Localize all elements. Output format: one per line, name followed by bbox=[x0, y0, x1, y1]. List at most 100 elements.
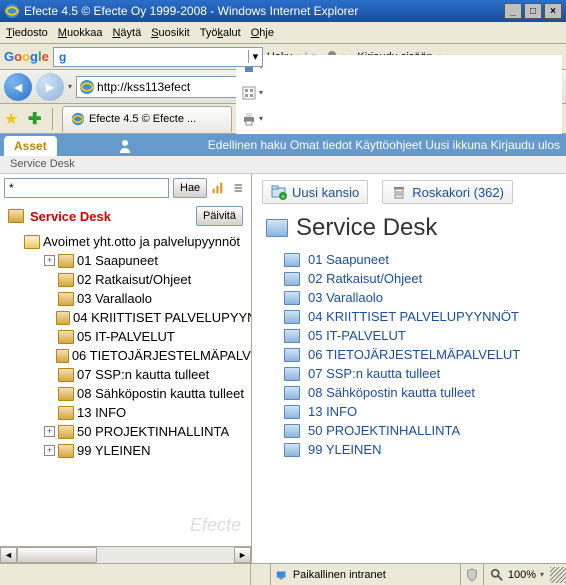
app-tab-asset[interactable]: Asset bbox=[4, 136, 57, 156]
tree-item[interactable]: 08 Sähköpostin kautta tulleet bbox=[4, 384, 251, 403]
list-item-link[interactable]: 01 Saapuneet bbox=[308, 252, 389, 267]
favorites-bar: ★ ✚ Efecte 4.5 © Efecte ... ▾ ▾ ▾ Sivu ▾… bbox=[0, 104, 566, 134]
tree-label: 50 PROJEKTINHALLINTA bbox=[77, 424, 229, 439]
zoom-label: 100% bbox=[508, 569, 536, 581]
list-item[interactable]: 07 SSP:n kautta tulleet bbox=[266, 364, 552, 383]
list-item[interactable]: 02 Ratkaisut/Ohjeet bbox=[266, 269, 552, 288]
list-item-link[interactable]: 08 Sähköpostin kautta tulleet bbox=[308, 385, 475, 400]
horizontal-scrollbar[interactable]: ◄ ► bbox=[0, 546, 251, 563]
menu-muokkaa[interactable]: Muokkaa bbox=[58, 27, 103, 39]
forward-button[interactable]: ► bbox=[36, 73, 64, 101]
google-search-box[interactable]: g ▾ bbox=[53, 47, 263, 67]
list-item[interactable]: 04 KRIITTISET PALVELUPYYNNÖT bbox=[266, 307, 552, 326]
refresh-tree-button[interactable]: Päivitä bbox=[196, 206, 243, 226]
list-item[interactable]: 03 Varallaolo bbox=[266, 288, 552, 307]
close-button[interactable]: × bbox=[544, 3, 562, 19]
folder-blue-icon bbox=[284, 443, 300, 457]
folder-blue-icon bbox=[284, 272, 300, 286]
tree-item[interactable]: 02 Ratkaisut/Ohjeet bbox=[4, 270, 251, 289]
tree-item[interactable]: 04 KRIITTISET PALVELUPYYNNÖT bbox=[4, 308, 251, 327]
zoom-menu[interactable]: ▾ bbox=[540, 570, 544, 579]
tree-label: 01 Saapuneet bbox=[77, 253, 158, 268]
trash-button[interactable]: Roskakori (362) bbox=[382, 180, 513, 204]
new-folder-button[interactable]: + Uusi kansio bbox=[262, 180, 368, 204]
list-item[interactable]: 13 INFO bbox=[266, 402, 552, 421]
menu-tiedosto[interactable]: Tiedosto bbox=[6, 27, 48, 39]
tree-item[interactable]: 03 Varallaolo bbox=[4, 289, 251, 308]
menu-nayta[interactable]: Näytä bbox=[112, 27, 141, 39]
list-item[interactable]: 01 Saapuneet bbox=[266, 250, 552, 269]
menu-ohje[interactable]: Ohje bbox=[251, 27, 274, 39]
scroll-left-button[interactable]: ◄ bbox=[0, 547, 17, 563]
left-search-input[interactable] bbox=[4, 178, 169, 198]
tree-item[interactable]: 13 INFO bbox=[4, 403, 251, 422]
resize-grip[interactable] bbox=[550, 567, 566, 583]
tree-item[interactable]: 06 TIETOJÄRJESTELMÄPALVELUT bbox=[4, 346, 251, 365]
list-item-link[interactable]: 04 KRIITTISET PALVELUPYYNNÖT bbox=[308, 309, 519, 324]
menu-suosikit[interactable]: Suosikit bbox=[151, 27, 190, 39]
feed-icon bbox=[241, 85, 257, 101]
list-item-link[interactable]: 99 YLEINEN bbox=[308, 442, 381, 457]
scroll-thumb[interactable] bbox=[17, 547, 97, 563]
app-tabs: Asset Edellinen haku Omat tiedot Käyttöo… bbox=[0, 134, 566, 156]
list-item[interactable]: 50 PROJEKTINHALLINTA bbox=[266, 421, 552, 440]
tree-item-root[interactable]: Avoimet yht.otto ja palvelupyynnöt bbox=[4, 232, 251, 251]
status-zone-label: Paikallinen intranet bbox=[293, 569, 386, 581]
menu-bar: Tiedosto Muokkaa Näytä Suosikit Työkalut… bbox=[0, 22, 566, 44]
right-panel-title: Service Desk bbox=[296, 214, 437, 242]
list-item-link[interactable]: 02 Ratkaisut/Ohjeet bbox=[308, 271, 422, 286]
tree-item[interactable]: +01 Saapuneet bbox=[4, 251, 251, 270]
expander-icon[interactable]: + bbox=[44, 255, 55, 266]
person-icon[interactable] bbox=[117, 138, 133, 154]
window-title: Efecte 4.5 © Efecte Oy 1999-2008 - Windo… bbox=[24, 4, 504, 18]
folder-icon bbox=[58, 425, 74, 439]
list-item[interactable]: 08 Sähköpostin kautta tulleet bbox=[266, 383, 552, 402]
favorites-icon[interactable]: ★ bbox=[4, 109, 24, 129]
chart-menu-icon[interactable] bbox=[233, 179, 247, 197]
tree-item[interactable]: +50 PROJEKTINHALLINTA bbox=[4, 422, 251, 441]
list-item-link[interactable]: 50 PROJEKTINHALLINTA bbox=[308, 423, 460, 438]
scroll-track[interactable] bbox=[17, 547, 234, 563]
home-button[interactable]: ▾ bbox=[236, 55, 562, 79]
chart-icon[interactable] bbox=[211, 179, 229, 197]
nav-history-menu[interactable]: ▾ bbox=[68, 82, 72, 91]
expander-icon[interactable]: + bbox=[44, 445, 55, 456]
zoom-control[interactable]: 100% ▾ bbox=[484, 568, 550, 582]
status-zone: Paikallinen intranet bbox=[271, 564, 461, 585]
app-tab-service-desk[interactable]: Service Desk bbox=[0, 156, 566, 174]
maximize-button[interactable]: □ bbox=[524, 3, 542, 19]
list-item[interactable]: 99 YLEINEN bbox=[266, 440, 552, 459]
feed-button[interactable]: ▾ bbox=[236, 81, 562, 105]
tree-label: 99 YLEINEN bbox=[77, 443, 150, 458]
minimize-button[interactable]: _ bbox=[504, 3, 522, 19]
folder-icon bbox=[58, 254, 74, 268]
scroll-right-button[interactable]: ► bbox=[234, 547, 251, 563]
list-item-link[interactable]: 07 SSP:n kautta tulleet bbox=[308, 366, 440, 381]
hae-button[interactable]: Hae bbox=[173, 178, 207, 198]
browser-tab[interactable]: Efecte 4.5 © Efecte ... bbox=[62, 106, 232, 132]
folder-icon bbox=[58, 406, 74, 420]
list-item-link[interactable]: 05 IT-PALVELUT bbox=[308, 328, 406, 343]
expander-icon[interactable]: + bbox=[44, 426, 55, 437]
ie-icon bbox=[4, 3, 20, 19]
list-item-link[interactable]: 13 INFO bbox=[308, 404, 357, 419]
google-g-icon: g bbox=[56, 49, 72, 65]
menu-tyokalut[interactable]: Työkalut bbox=[200, 27, 241, 39]
app-header-links[interactable]: Edellinen haku Omat tiedot Käyttöohjeet … bbox=[133, 138, 566, 152]
list-item[interactable]: 06 TIETOJÄRJESTELMÄPALVELUT bbox=[266, 345, 552, 364]
print-button[interactable]: ▾ bbox=[236, 107, 562, 131]
tree-label: 05 IT-PALVELUT bbox=[77, 329, 175, 344]
back-button[interactable]: ◄ bbox=[4, 73, 32, 101]
tree-label: 02 Ratkaisut/Ohjeet bbox=[77, 272, 191, 287]
google-logo: Google bbox=[4, 49, 49, 64]
list-item-link[interactable]: 06 TIETOJÄRJESTELMÄPALVELUT bbox=[308, 347, 520, 362]
list-item[interactable]: 05 IT-PALVELUT bbox=[266, 326, 552, 345]
google-search-dropdown[interactable]: ▾ bbox=[248, 50, 262, 63]
list-item-link[interactable]: 03 Varallaolo bbox=[308, 290, 383, 305]
tree-label: Avoimet yht.otto ja palvelupyynnöt bbox=[43, 234, 240, 249]
tree-item[interactable]: 05 IT-PALVELUT bbox=[4, 327, 251, 346]
tree-label: 04 KRIITTISET PALVELUPYYNNÖT bbox=[73, 310, 251, 325]
tree-item[interactable]: 07 SSP:n kautta tulleet bbox=[4, 365, 251, 384]
tree-item[interactable]: +99 YLEINEN bbox=[4, 441, 251, 460]
add-favorite-icon[interactable]: ✚ bbox=[28, 109, 48, 129]
